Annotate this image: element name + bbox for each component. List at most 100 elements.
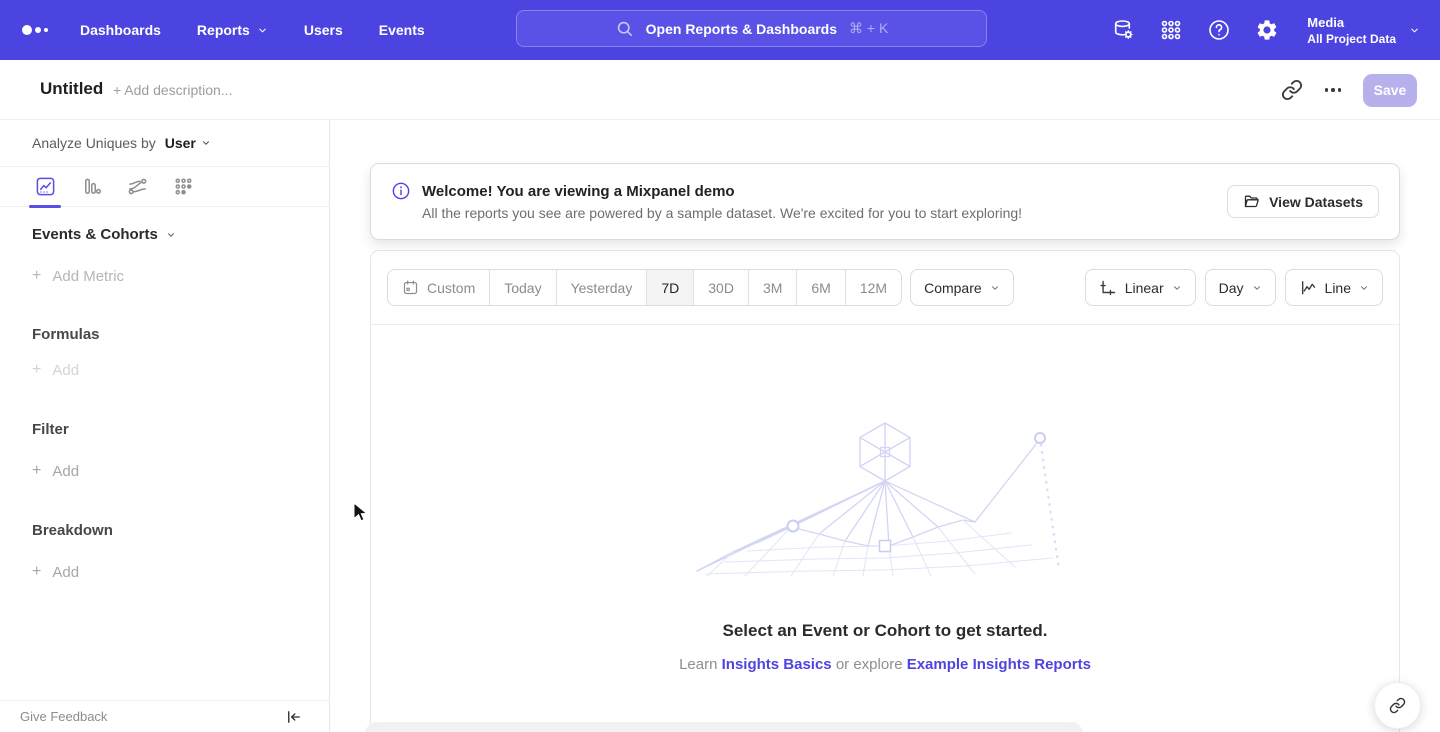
analyze-uniques-row: Analyze Uniques by User	[0, 120, 329, 167]
chevron-down-icon	[1409, 25, 1420, 36]
interval-label: Day	[1219, 280, 1244, 296]
nav-dashboards[interactable]: Dashboards	[80, 22, 161, 38]
date-range-3m[interactable]: 3M	[749, 270, 797, 305]
insights-basics-link[interactable]: Insights Basics	[722, 656, 832, 673]
report-canvas: Welcome! You are viewing a Mixpanel demo…	[330, 120, 1440, 732]
date-range-today[interactable]: Today	[490, 270, 556, 305]
chevron-down-icon	[990, 283, 1000, 293]
search-icon	[615, 19, 634, 38]
report-header-bar: Untitled + Add description... Save	[0, 60, 1440, 120]
date-range-label: Yesterday	[571, 280, 633, 296]
nav-reports[interactable]: Reports	[197, 22, 268, 38]
events-cohorts-label: Events & Cohorts	[32, 226, 158, 243]
axis-icon	[1099, 279, 1117, 297]
example-reports-link[interactable]: Example Insights Reports	[907, 656, 1091, 673]
interval-dropdown[interactable]: Day	[1205, 269, 1276, 306]
date-range-custom[interactable]: Custom	[388, 270, 490, 305]
settings-gear-icon[interactable]	[1255, 18, 1279, 42]
nav-reports-label: Reports	[197, 22, 250, 38]
dots-grid-icon	[173, 176, 194, 197]
nav-events[interactable]: Events	[379, 22, 425, 38]
view-datasets-label: View Datasets	[1269, 194, 1363, 210]
date-range-yesterday[interactable]: Yesterday	[557, 270, 648, 305]
save-button[interactable]: Save	[1363, 74, 1417, 107]
collapse-sidebar-icon[interactable]	[285, 708, 303, 726]
breakdown-section-title: Breakdown	[32, 522, 329, 539]
chevron-down-icon	[166, 230, 176, 240]
tab-insights[interactable]	[30, 167, 60, 206]
chart-type-dropdown[interactable]: Line	[1285, 269, 1383, 306]
help-icon[interactable]	[1207, 18, 1231, 42]
folder-icon	[1243, 193, 1260, 210]
view-datasets-button[interactable]: View Datasets	[1227, 185, 1379, 218]
empty-state: Select an Event or Cohort to get started…	[371, 419, 1399, 673]
top-navigation-bar: Dashboards Reports Users Events Open Rep…	[0, 0, 1440, 60]
report-title[interactable]: Untitled	[40, 79, 103, 99]
empty-state-links: Learn Insights Basics or explore Example…	[679, 656, 1091, 673]
date-range-label: Today	[504, 280, 541, 296]
empty-state-illustration	[693, 419, 1078, 577]
date-range-label: 30D	[708, 280, 734, 296]
add-filter-button[interactable]: + Add	[32, 462, 329, 480]
learn-prefix: Learn	[679, 656, 717, 673]
chevron-down-icon	[201, 138, 211, 148]
project-name: Media	[1307, 15, 1396, 30]
analyze-label: Analyze Uniques by	[32, 135, 156, 151]
plus-icon: +	[32, 462, 41, 480]
date-range-6m[interactable]: 6M	[797, 270, 845, 305]
data-management-icon[interactable]	[1111, 18, 1135, 42]
chevron-down-icon	[1359, 283, 1369, 293]
date-range-30d[interactable]: 30D	[694, 270, 749, 305]
tab-funnels[interactable]	[76, 167, 106, 206]
global-search-input[interactable]: Open Reports & Dashboards ⌘ + K	[516, 10, 987, 47]
add-filter-label: Add	[52, 463, 79, 480]
chart-card: Custom Today Yesterday 7D 30D 3M 6M 12M …	[370, 250, 1400, 732]
empty-state-title: Select an Event or Cohort to get started…	[723, 621, 1048, 641]
bar-chart-icon	[81, 176, 102, 197]
mixpanel-logo-icon[interactable]	[22, 25, 48, 35]
date-range-label: 7D	[661, 280, 679, 296]
date-range-12m[interactable]: 12M	[846, 270, 901, 305]
add-metric-label: Add Metric	[52, 268, 124, 285]
add-formula-label: Add	[52, 362, 79, 379]
share-link-fab[interactable]	[1374, 682, 1421, 729]
compare-dropdown[interactable]: Compare	[910, 269, 1014, 306]
calendar-icon	[402, 279, 419, 296]
date-range-segmented-control: Custom Today Yesterday 7D 30D 3M 6M 12M	[387, 269, 902, 306]
compare-label: Compare	[924, 280, 982, 296]
scale-dropdown[interactable]: Linear	[1085, 269, 1196, 306]
nav-users-label: Users	[304, 22, 343, 38]
chevron-down-icon	[1252, 283, 1262, 293]
bottom-panel-edge[interactable]	[365, 722, 1083, 732]
formulas-section-title: Formulas	[32, 326, 329, 343]
tab-flows[interactable]	[122, 167, 152, 206]
add-description-field[interactable]: + Add description...	[113, 82, 232, 98]
chart-display-controls: Linear Day Line	[1085, 269, 1383, 306]
project-switcher[interactable]: Media All Project Data	[1307, 15, 1420, 46]
tab-retention[interactable]	[168, 167, 198, 206]
analyze-value-label: User	[165, 135, 196, 151]
more-options-icon[interactable]	[1325, 79, 1342, 101]
nav-users[interactable]: Users	[304, 22, 343, 38]
plus-icon: +	[32, 267, 41, 285]
nav-dashboards-label: Dashboards	[80, 22, 161, 38]
date-range-7d[interactable]: 7D	[647, 270, 694, 305]
give-feedback-link[interactable]: Give Feedback	[20, 709, 107, 724]
scale-label: Linear	[1125, 280, 1164, 296]
copy-link-icon[interactable]	[1281, 79, 1303, 101]
nav-events-label: Events	[379, 22, 425, 38]
add-formula-button[interactable]: + Add	[32, 361, 329, 379]
mixpanel-insights-screen: Dashboards Reports Users Events Open Rep…	[0, 0, 1440, 732]
sidebar-footer: Give Feedback	[0, 700, 329, 732]
date-range-label: Custom	[427, 280, 475, 296]
apps-grid-icon[interactable]	[1159, 18, 1183, 42]
search-placeholder: Open Reports & Dashboards	[646, 21, 837, 37]
analyze-value-dropdown[interactable]: User	[165, 135, 211, 151]
date-range-label: 6M	[811, 280, 830, 296]
add-metric-button[interactable]: + Add Metric	[32, 267, 329, 285]
events-cohorts-heading[interactable]: Events & Cohorts	[32, 226, 329, 243]
plus-icon: +	[32, 361, 41, 379]
add-breakdown-button[interactable]: + Add	[32, 563, 329, 581]
date-range-label: 3M	[763, 280, 782, 296]
welcome-subtitle: All the reports you see are powered by a…	[422, 205, 1022, 221]
